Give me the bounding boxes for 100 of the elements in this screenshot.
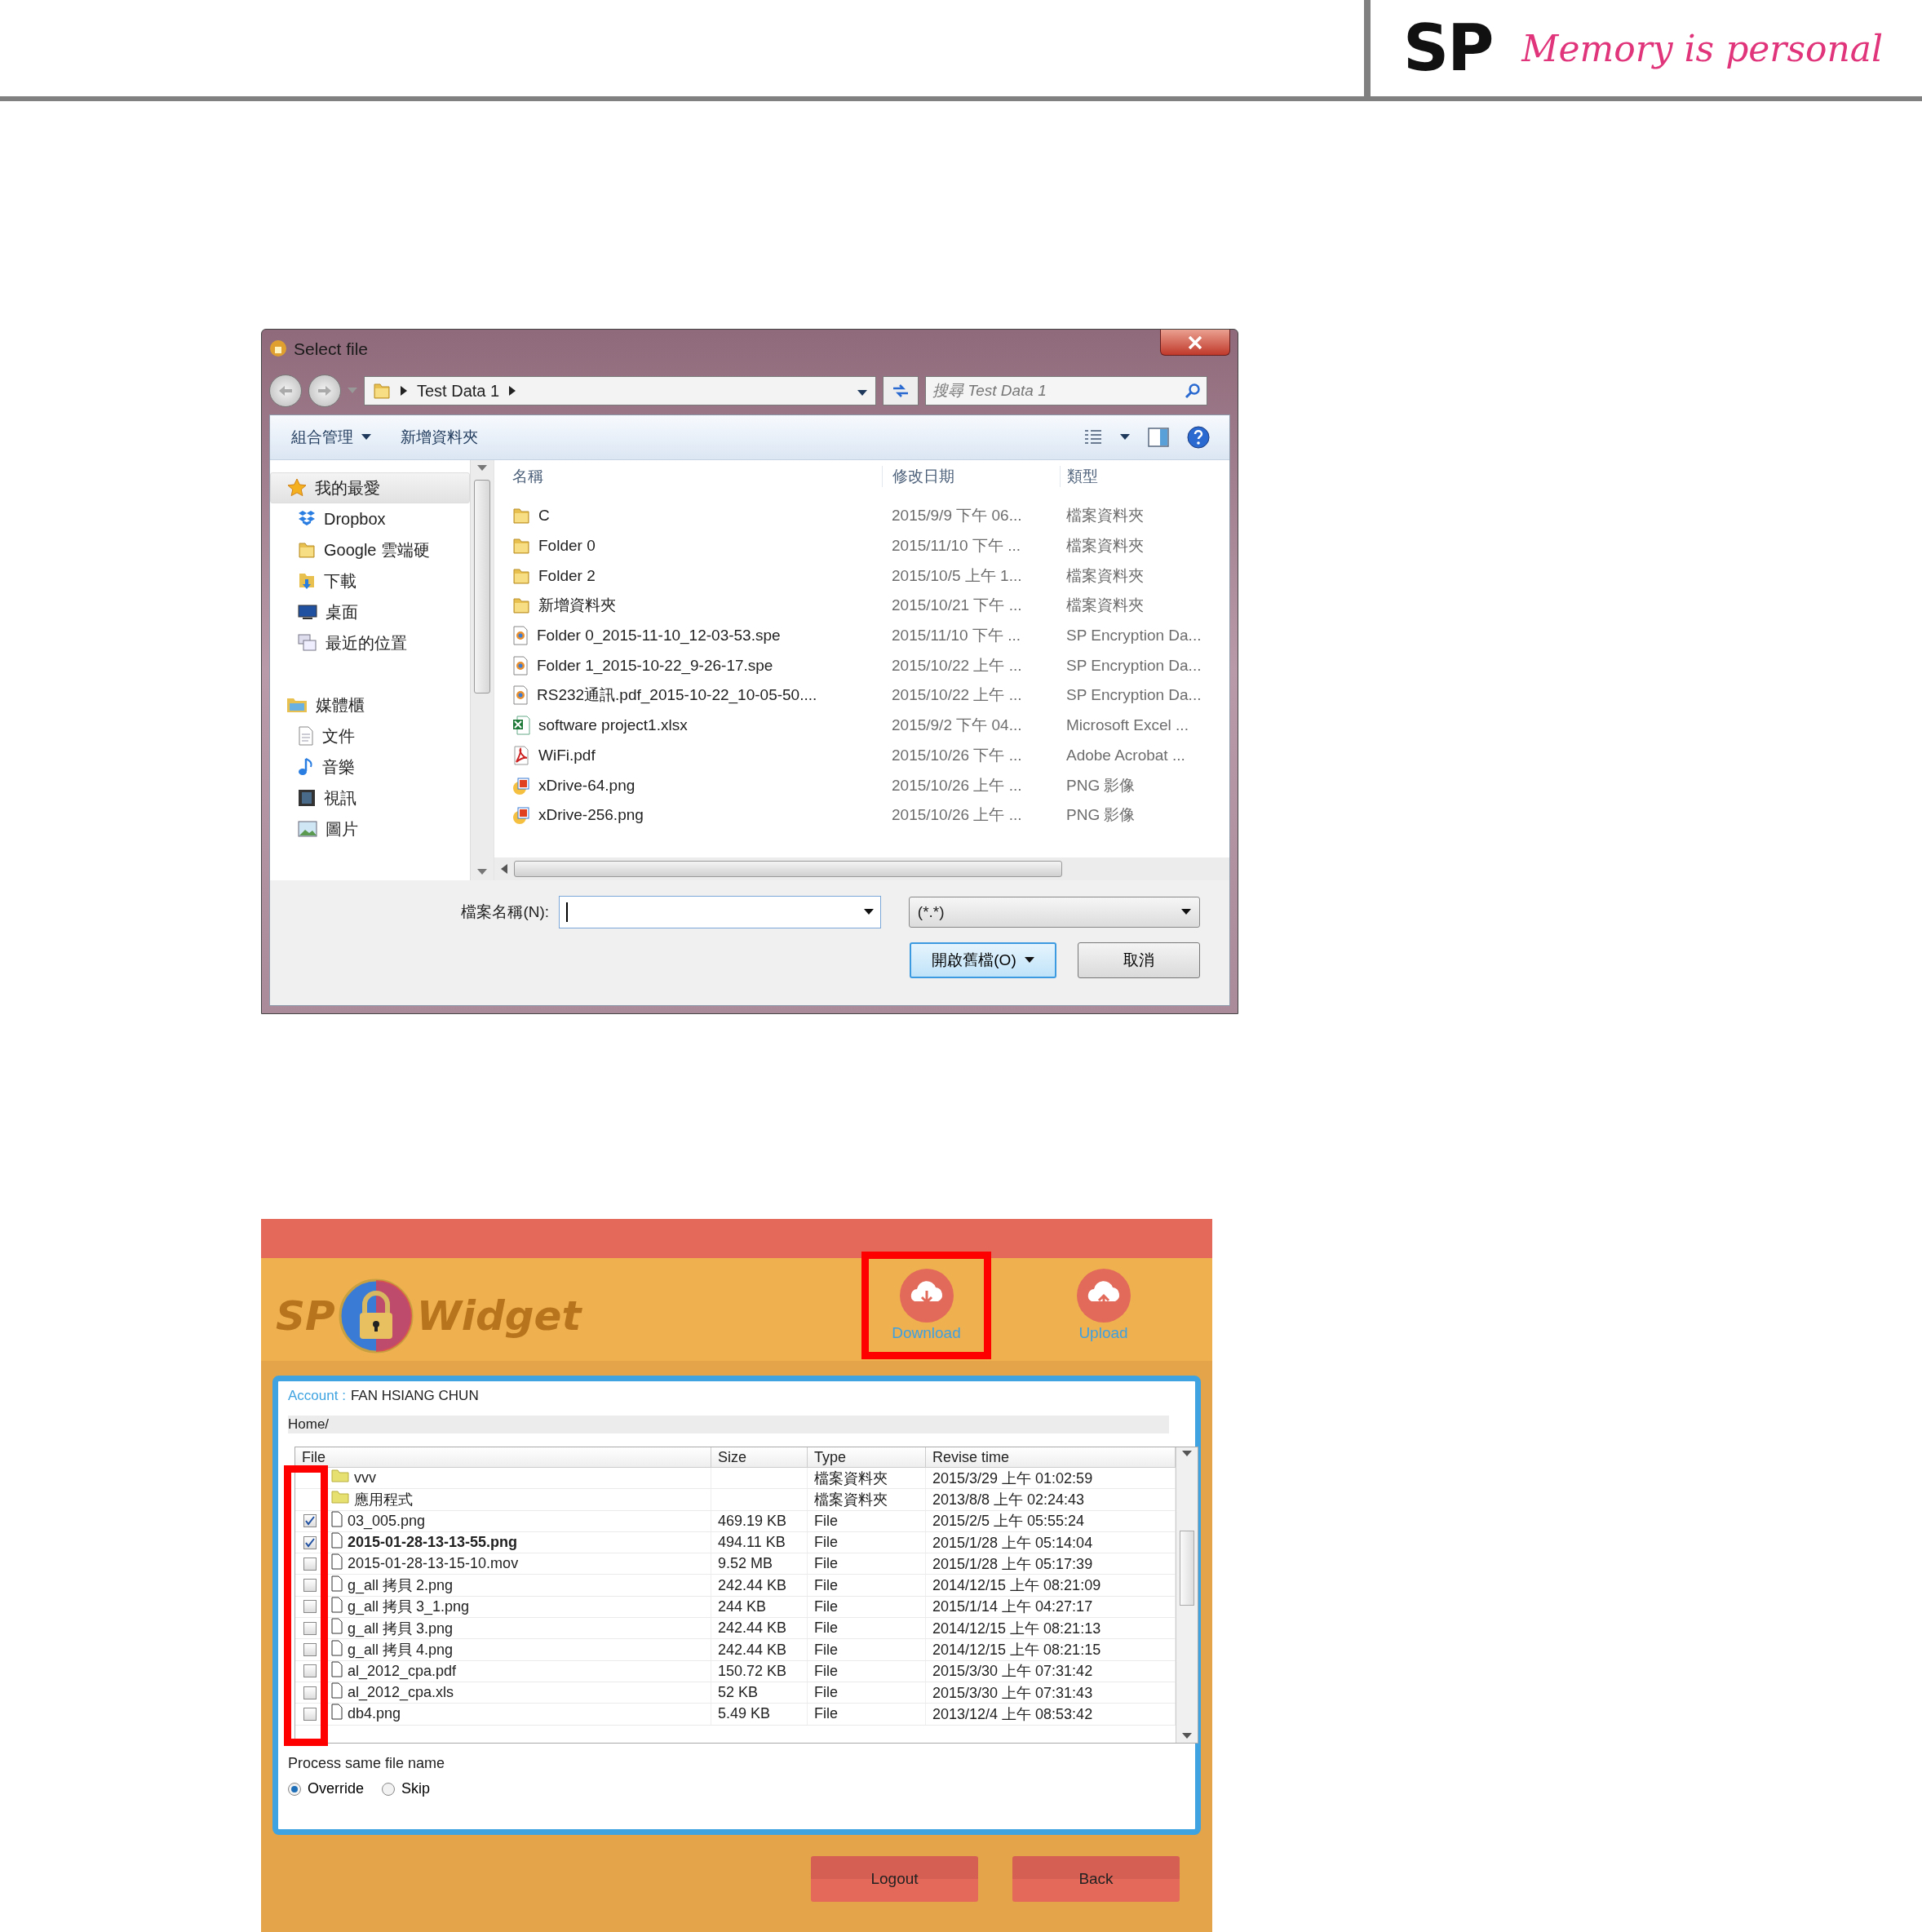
image-icon (512, 805, 530, 826)
checkbox[interactable] (303, 1686, 317, 1699)
picture-icon (298, 821, 317, 837)
modified-date: 2015/9/9 下午 06... (891, 506, 1023, 526)
file-name[interactable]: g_all 拷貝 3.png (348, 1618, 454, 1638)
item-name[interactable]: xDrive-64.png (538, 776, 636, 795)
breadcrumb[interactable]: Test Data 1 (417, 381, 500, 401)
toolbar-button[interactable]: 新增資料夾 (389, 422, 489, 453)
file-type: File (808, 1531, 926, 1553)
item-name[interactable]: WiFi.pdf (538, 746, 596, 764)
nav-item[interactable]: 圖片 (270, 813, 470, 844)
nav-item[interactable]: Dropbox (270, 503, 470, 534)
file-name[interactable]: db4.png (348, 1705, 401, 1723)
item-name[interactable]: Folder 0_2015-11-10_12-03-53.spe (537, 627, 781, 645)
search-field[interactable]: 搜尋 Test Data 1 (925, 376, 1207, 405)
checkbox[interactable] (303, 1707, 317, 1721)
open-button[interactable]: 開啟舊檔(O) (910, 942, 1056, 978)
file-type: File (808, 1553, 926, 1575)
folder-icon (331, 1469, 349, 1483)
checkbox[interactable] (303, 1579, 317, 1593)
file-icon (331, 1682, 343, 1699)
column-header[interactable]: Size (711, 1447, 808, 1467)
refresh-button[interactable] (883, 376, 919, 405)
back-button[interactable]: Back (1012, 1856, 1180, 1902)
column-header[interactable]: 修改日期 (882, 466, 1060, 487)
file-name[interactable]: 03_005.png (348, 1512, 426, 1530)
cloud-download-icon (899, 1269, 954, 1323)
file-name[interactable]: al_2012_cpa.pdf (348, 1662, 457, 1680)
caret-icon (1024, 957, 1034, 964)
file-name[interactable]: g_all 拷貝 2.png (348, 1575, 454, 1596)
checkbox[interactable] (303, 1643, 317, 1656)
scrollbar[interactable] (470, 460, 494, 880)
checkbox[interactable] (303, 1514, 317, 1528)
close-button[interactable] (1160, 330, 1230, 356)
item-name[interactable]: Folder 2 (538, 566, 596, 585)
folder-icon (331, 1491, 349, 1504)
item-name[interactable]: C (538, 507, 550, 525)
image-icon (512, 775, 530, 795)
item-name[interactable]: Folder 0 (538, 537, 596, 556)
file-type: File (808, 1704, 926, 1725)
nav-item[interactable]: 媒體櫃 (270, 689, 470, 720)
file-name[interactable]: 2015-01-28-13-15-10.mov (348, 1555, 519, 1573)
modified-date: 2015/10/26 上午 ... (891, 775, 1023, 795)
window-title: Select file (294, 339, 369, 359)
back-button[interactable] (269, 374, 302, 407)
logout-button[interactable]: Logout (811, 1856, 978, 1902)
column-header[interactable]: 類型 (1060, 466, 1229, 487)
cancel-button[interactable]: 取消 (1078, 942, 1200, 978)
filename-field[interactable] (559, 896, 881, 928)
nav-item[interactable]: 最近的位置 (270, 627, 470, 658)
organize-menu[interactable]: 組合管理 (280, 422, 383, 453)
file-name[interactable]: 應用程式 (354, 1489, 413, 1509)
nav-item[interactable]: 我的最愛 (270, 472, 470, 503)
file-type: File (808, 1618, 926, 1639)
radio-option[interactable]: Override (288, 1780, 365, 1797)
item-name[interactable]: xDrive-256.png (538, 806, 644, 825)
nav-item[interactable]: Google 雲端硬 (270, 534, 470, 565)
radio-option[interactable]: Skip (382, 1780, 431, 1797)
lock-icon (269, 339, 287, 357)
checkbox[interactable] (303, 1664, 317, 1678)
checkbox[interactable] (303, 1557, 317, 1571)
column-header[interactable]: Type (808, 1447, 926, 1467)
checkbox[interactable] (303, 1535, 317, 1549)
file-size: 242.44 KB (711, 1575, 808, 1596)
file-type-dropdown[interactable]: (*.*) (908, 897, 1200, 928)
checkbox[interactable] (303, 1621, 317, 1635)
checkbox[interactable] (303, 1600, 317, 1614)
file-name[interactable]: vvv (354, 1469, 376, 1487)
forward-button[interactable] (308, 374, 341, 407)
nav-item[interactable]: 視訊 (270, 782, 470, 813)
file-name[interactable]: al_2012_cpa.xls (348, 1684, 454, 1702)
scrollbar[interactable] (494, 857, 1229, 880)
file-name[interactable]: g_all 拷貝 4.png (348, 1640, 454, 1659)
scrollbar[interactable] (1176, 1447, 1198, 1743)
item-name[interactable]: Folder 1_2015-10-22_9-26-17.spe (537, 656, 773, 675)
file-type: 檔案資料夾 (1065, 565, 1145, 586)
address-bar[interactable]: Test Data 1 (364, 376, 876, 405)
caret-icon (361, 434, 371, 441)
column-header[interactable]: File (295, 1447, 711, 1467)
modified-date: 2015/10/22 上午 ... (891, 685, 1023, 706)
left-arrow-icon (278, 385, 293, 397)
file-type: 檔案資料夾 (808, 1468, 926, 1489)
file-icon (331, 1618, 343, 1635)
file-name[interactable]: 2015-01-28-13-13-55.png (348, 1534, 518, 1552)
file-type: File (808, 1510, 926, 1531)
help-icon[interactable] (1187, 426, 1210, 449)
list-view-icon[interactable] (1084, 429, 1102, 445)
nav-item[interactable]: 文件 (270, 720, 470, 751)
item-name[interactable]: 新增資料夾 (538, 595, 616, 617)
logo: SP (1403, 11, 1493, 85)
brand-text: Widget (416, 1292, 582, 1340)
item-name[interactable]: software project1.xlsx (538, 716, 688, 735)
scroll-thumb[interactable] (1180, 1531, 1194, 1606)
nav-item[interactable]: 音樂 (270, 751, 470, 782)
preview-pane-icon[interactable] (1148, 428, 1169, 447)
item-name[interactable]: RS232通訊.pdf_2015-10-22_10-05-50.... (537, 685, 817, 707)
nav-item[interactable]: 下載 (270, 565, 470, 596)
file-name[interactable]: g_all 拷貝 3_1.png (348, 1597, 470, 1617)
column-header[interactable]: 名稱 (494, 466, 882, 487)
nav-item[interactable]: 桌面 (270, 596, 470, 627)
